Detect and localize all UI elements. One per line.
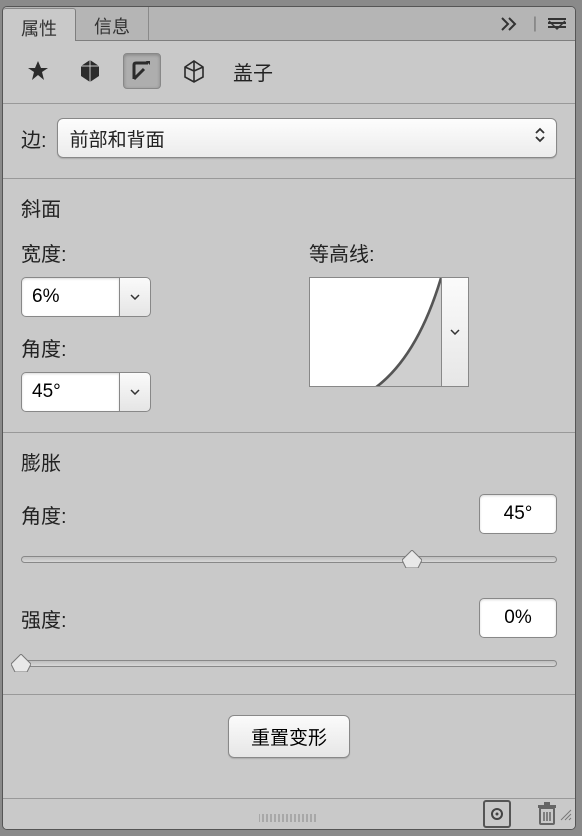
bevel-angle-drop[interactable]	[119, 372, 151, 412]
contour-label: 等高线:	[309, 238, 557, 267]
tab-info[interactable]: 信息	[76, 7, 149, 40]
bevel-width-field[interactable]: 6%	[21, 277, 119, 317]
slider-thumb-icon[interactable]	[11, 654, 31, 672]
bevel-angle-field[interactable]: 45°	[21, 372, 119, 412]
contour-picker[interactable]	[309, 277, 469, 387]
tool-icon-4[interactable]	[175, 53, 213, 89]
tool-icon-cap[interactable]	[123, 53, 161, 89]
panel-menu-icon[interactable]	[547, 17, 567, 31]
bevel-angle-combo[interactable]: 45°	[21, 372, 151, 412]
inflate-strength-slider[interactable]	[21, 652, 557, 674]
contour-preview	[309, 277, 441, 387]
panel-footer	[3, 798, 575, 829]
inflate-angle-label: 角度:	[21, 500, 67, 529]
inflate-section: 膨胀 角度: 45° 强度: 0%	[3, 433, 575, 694]
sides-select[interactable]: 前部和背面	[57, 118, 557, 158]
tool-icon-2[interactable]	[71, 53, 109, 89]
bevel-angle-label: 角度:	[21, 333, 269, 362]
inflate-heading: 膨胀	[21, 447, 557, 476]
reset-button[interactable]: 重置变形	[228, 715, 350, 758]
properties-panel: 属性 信息 |	[2, 6, 576, 830]
tool-icon-1[interactable]	[19, 53, 57, 89]
sides-value: 前部和背面	[70, 125, 165, 152]
bevel-width-drop[interactable]	[119, 277, 151, 317]
slider-thumb-icon[interactable]	[402, 550, 422, 568]
sides-section: 边: 前部和背面	[3, 104, 575, 178]
sides-label: 边:	[21, 124, 47, 153]
tab-bar: 属性 信息 |	[3, 7, 575, 41]
inflate-strength-label: 强度:	[21, 604, 67, 633]
bevel-heading: 斜面	[21, 193, 557, 222]
resize-grip-icon[interactable]	[558, 807, 572, 826]
reset-row: 重置变形	[3, 695, 575, 798]
inflate-angle-slider[interactable]	[21, 548, 557, 570]
inflate-strength-field[interactable]: 0%	[479, 598, 557, 638]
bevel-width-label: 宽度:	[21, 238, 269, 267]
inflate-angle-field[interactable]: 45°	[479, 494, 557, 534]
panel-grip-icon[interactable]	[259, 809, 319, 827]
render-settings-icon[interactable]	[483, 800, 511, 828]
collapse-icon[interactable]	[501, 17, 523, 31]
contour-drop[interactable]	[441, 277, 469, 387]
mode-toolbar: 盖子	[3, 41, 575, 103]
updown-icon	[534, 126, 546, 150]
bevel-section: 斜面 宽度: 6% 角度: 45° 等高线:	[3, 179, 575, 432]
bevel-width-combo[interactable]: 6%	[21, 277, 151, 317]
tab-properties[interactable]: 属性	[3, 8, 76, 41]
toolbar-title: 盖子	[233, 57, 273, 86]
trash-icon[interactable]	[533, 800, 561, 828]
